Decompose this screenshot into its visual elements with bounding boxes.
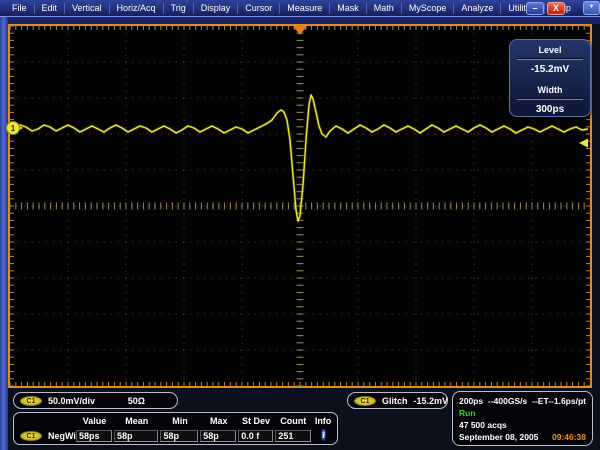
width-value[interactable]: 300ps [510,104,590,115]
minimize-button[interactable]: – [526,2,544,15]
menu-edit[interactable]: Edit [35,3,66,14]
channel-badge: C1 [20,396,42,406]
trigger-level-value: -15.2mV [414,396,449,406]
panel-separator [517,58,583,60]
level-value[interactable]: -15.2mV [510,64,590,75]
meas-value: 58ps [76,430,112,442]
graticule: 1 [8,24,592,388]
menu-cursor[interactable]: Cursor [238,3,280,14]
col-mean: Mean [113,416,160,426]
measurement-header-row: Value Mean Min Max St Dev Count Info [17,414,334,428]
time-readout: 09:46:38 [552,431,586,443]
meas-mean: 58p [114,430,158,442]
menu-analyze[interactable]: Analyze [454,3,501,14]
vertical-scale: 50.0mV/div [48,396,95,406]
trigger-readout[interactable]: C1 Glitch -15.2mV [347,392,448,409]
col-stdev: St Dev [238,416,275,426]
meas-min: 58p [160,430,198,442]
measurement-row: C1 NegWid 58ps 58p 58p 58p 0.0 f 251 i [17,428,334,443]
menu-display[interactable]: Display [194,3,239,14]
menu-bar: File Edit Vertical Horiz/Acq Trig Displa… [0,0,600,17]
close-button[interactable]: X [547,2,565,15]
meas-count: 251 [275,430,311,442]
menu-overflow-button[interactable]: ▼ [583,1,600,15]
trigger-level-marker[interactable] [579,139,588,148]
menu-measure[interactable]: Measure [280,3,330,14]
col-min: Min [160,416,200,426]
channel-badge: C1 [354,396,376,406]
window-frame-left [0,17,8,450]
menu-trig[interactable]: Trig [164,3,194,14]
channel-number-label: 1 [11,124,16,133]
sample-rate-readout: --400GS/s [488,395,527,407]
menu-vertical[interactable]: Vertical [65,3,110,14]
menu-horiz-acq[interactable]: Horiz/Acq [110,3,164,14]
menu-myscope[interactable]: MyScope [402,3,455,14]
chevron-down-icon: ▼ [588,4,594,10]
meas-max: 58p [200,430,236,442]
close-icon: X [553,3,559,13]
width-label: Width [510,85,590,95]
trigger-position-marker[interactable] [293,26,307,35]
menu-math[interactable]: Math [367,3,402,14]
level-label: Level [510,45,590,55]
menu-file[interactable]: File [5,3,35,14]
trigger-level-width-panel: Level -15.2mV Width 300ps [509,39,591,117]
input-impedance: 50Ω [128,396,145,406]
timebase-readout: 200ps [459,395,483,407]
oscilloscope-screen: File Edit Vertical Horiz/Acq Trig Displa… [0,0,600,450]
col-count: Count [274,416,312,426]
info-icon[interactable]: i [321,429,326,441]
measurement-table: Value Mean Min Max St Dev Count Info C1 … [13,412,338,445]
acquisition-count: 47 500 acqs [459,419,507,431]
channel1-waveform[interactable] [14,95,588,221]
graticule-svg: 1 [10,26,590,386]
col-max: Max [200,416,238,426]
acquisition-panel: 200ps --400GS/s --ET--1.6ps/pt Run 47 50… [452,391,593,446]
col-info: Info [312,416,334,426]
meas-stdev: 0.0 f [238,430,273,442]
acquisition-state: Run [459,407,476,419]
resolution-readout: --ET--1.6ps/pt [532,395,586,407]
panel-separator [517,98,583,100]
channel-badge: C1 [20,431,42,441]
trigger-type: Glitch [382,396,408,406]
minimize-icon: – [532,3,537,13]
channel1-readout[interactable]: C1 50.0mV/div 50Ω [13,392,178,409]
window-frame-band [0,17,600,24]
col-value: Value [76,416,114,426]
date-readout: September 08, 2005 [459,431,538,443]
menu-mask[interactable]: Mask [330,3,367,14]
